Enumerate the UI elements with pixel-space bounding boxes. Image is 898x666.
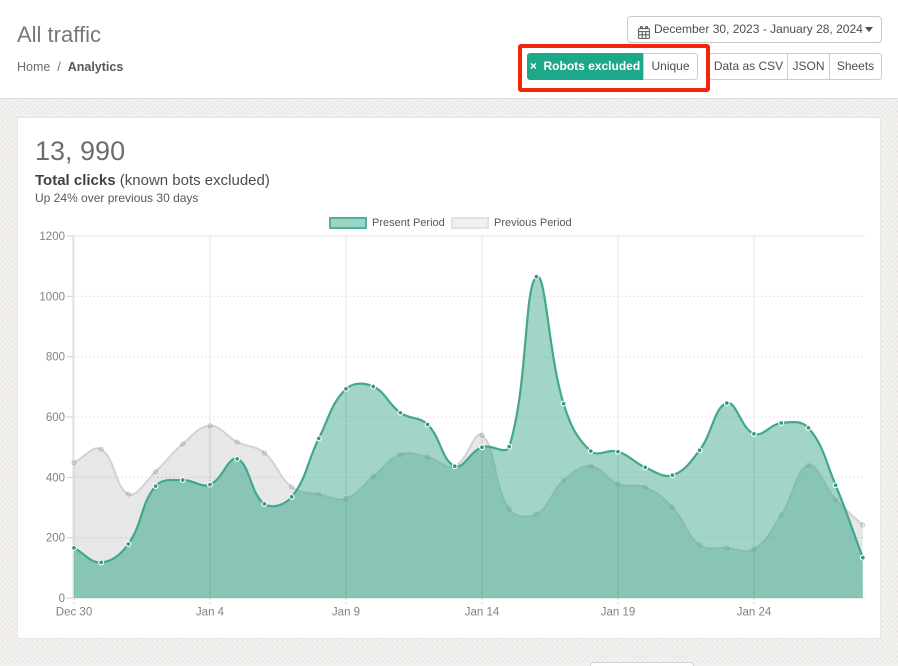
svg-text:800: 800 [46, 352, 65, 364]
svg-text:Jan 14: Jan 14 [465, 607, 500, 619]
svg-text:1200: 1200 [39, 231, 65, 243]
svg-text:Jan 24: Jan 24 [737, 607, 772, 619]
svg-text:0: 0 [59, 593, 65, 605]
svg-text:200: 200 [46, 533, 65, 545]
svg-text:600: 600 [46, 412, 65, 424]
svg-text:Jan 19: Jan 19 [601, 607, 636, 619]
svg-text:400: 400 [46, 472, 65, 484]
svg-text:Jan 4: Jan 4 [196, 607, 225, 619]
svg-text:Jan 9: Jan 9 [332, 607, 360, 619]
svg-text:Dec 30: Dec 30 [56, 607, 92, 619]
svg-text:1000: 1000 [39, 291, 65, 303]
